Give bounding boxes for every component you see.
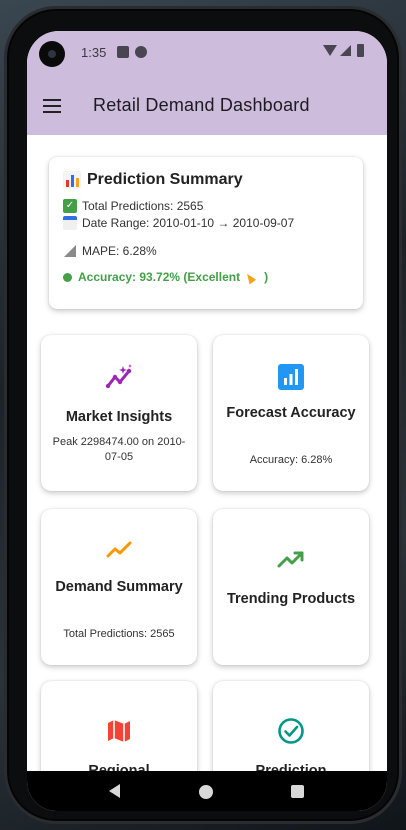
- system-nav-bar: [27, 771, 387, 811]
- notification-icon: [135, 46, 147, 58]
- check-circle-icon: [278, 718, 304, 744]
- dashboard-content[interactable]: Prediction Summary ✓ Total Predictions: …: [27, 135, 387, 771]
- summary-title: Prediction Summary: [87, 171, 243, 188]
- wifi-icon: [323, 45, 337, 56]
- nav-recents-icon[interactable]: [291, 785, 304, 798]
- card-title: Demand Summary: [55, 579, 183, 595]
- summary-mape-row: MAPE: 6.28%: [63, 244, 349, 258]
- card-title: Prediction: [255, 763, 327, 771]
- demand-summary-card[interactable]: Demand Summary Total Predictions: 2565: [41, 509, 197, 665]
- status-time: 1:35: [81, 45, 107, 60]
- insights-sparkle-icon: [105, 364, 132, 389]
- card-title: Regional: [88, 763, 150, 771]
- app-bar: Retail Demand Dashboard: [27, 79, 387, 135]
- summary-accuracy: Accuracy: 93.72% (Excellent: [78, 270, 241, 284]
- trending-products-card[interactable]: Trending Products: [213, 509, 369, 665]
- battery-icon: [357, 44, 364, 57]
- app-title: Retail Demand Dashboard: [93, 95, 310, 115]
- camera-cutout: [39, 41, 65, 67]
- nav-back-icon[interactable]: [109, 784, 120, 798]
- party-popper-icon: [246, 271, 258, 283]
- bar-chart-icon: [278, 364, 304, 390]
- card-subtitle: Total Predictions: 2565: [63, 628, 175, 640]
- summary-title-row: Prediction Summary: [63, 171, 349, 189]
- card-title: Trending Products: [226, 591, 356, 607]
- green-dot-icon: [63, 272, 72, 282]
- phone-frame: 1:35 Retail Demand Dashboard Prediction …: [4, 6, 402, 824]
- bar-chart-emoji-icon: [63, 171, 81, 189]
- check-mark-icon: ✓: [63, 199, 77, 213]
- forecast-accuracy-card[interactable]: Forecast Accuracy Accuracy: 6.28%: [213, 335, 369, 491]
- phone-screen: 1:35 Retail Demand Dashboard Prediction …: [27, 31, 387, 811]
- card-title: Market Insights: [65, 409, 173, 425]
- prediction-summary-card: Prediction Summary ✓ Total Predictions: …: [49, 157, 363, 309]
- summary-mape: MAPE: 6.28%: [82, 244, 157, 258]
- trending-line-icon: [106, 541, 132, 558]
- summary-accuracy-close: ): [264, 270, 269, 284]
- summary-total-row: ✓ Total Predictions: 2565: [63, 199, 349, 213]
- prediction-card[interactable]: Prediction: [213, 681, 369, 771]
- signal-icon: [340, 45, 351, 56]
- summary-total-predictions: Total Predictions: 2565: [82, 199, 204, 213]
- map-icon: [108, 720, 130, 742]
- gmail-icon: [117, 46, 129, 58]
- market-insights-card[interactable]: Market Insights Peak 2298474.00 on 2010-…: [41, 335, 197, 491]
- summary-date-range: Date Range: 2010-01-10 → 2010-09-07: [82, 216, 295, 230]
- summary-accuracy-row: Accuracy: 93.72% (Excellent ): [63, 270, 349, 284]
- card-title: Forecast Accuracy: [226, 405, 356, 421]
- trending-up-icon: [277, 551, 304, 568]
- status-bar: 1:35: [27, 31, 387, 79]
- summary-date-row: Date Range: 2010-01-10 → 2010-09-07: [63, 216, 349, 230]
- card-subtitle: Accuracy: 6.28%: [249, 454, 333, 466]
- triangle-ruler-icon: [63, 244, 77, 258]
- regional-card[interactable]: Regional: [41, 681, 197, 771]
- card-subtitle: Peak 2298474.00 on 2010-07-05: [52, 436, 186, 463]
- menu-icon[interactable]: [43, 99, 61, 113]
- calendar-icon: [63, 216, 77, 230]
- nav-home-icon[interactable]: [199, 785, 213, 799]
